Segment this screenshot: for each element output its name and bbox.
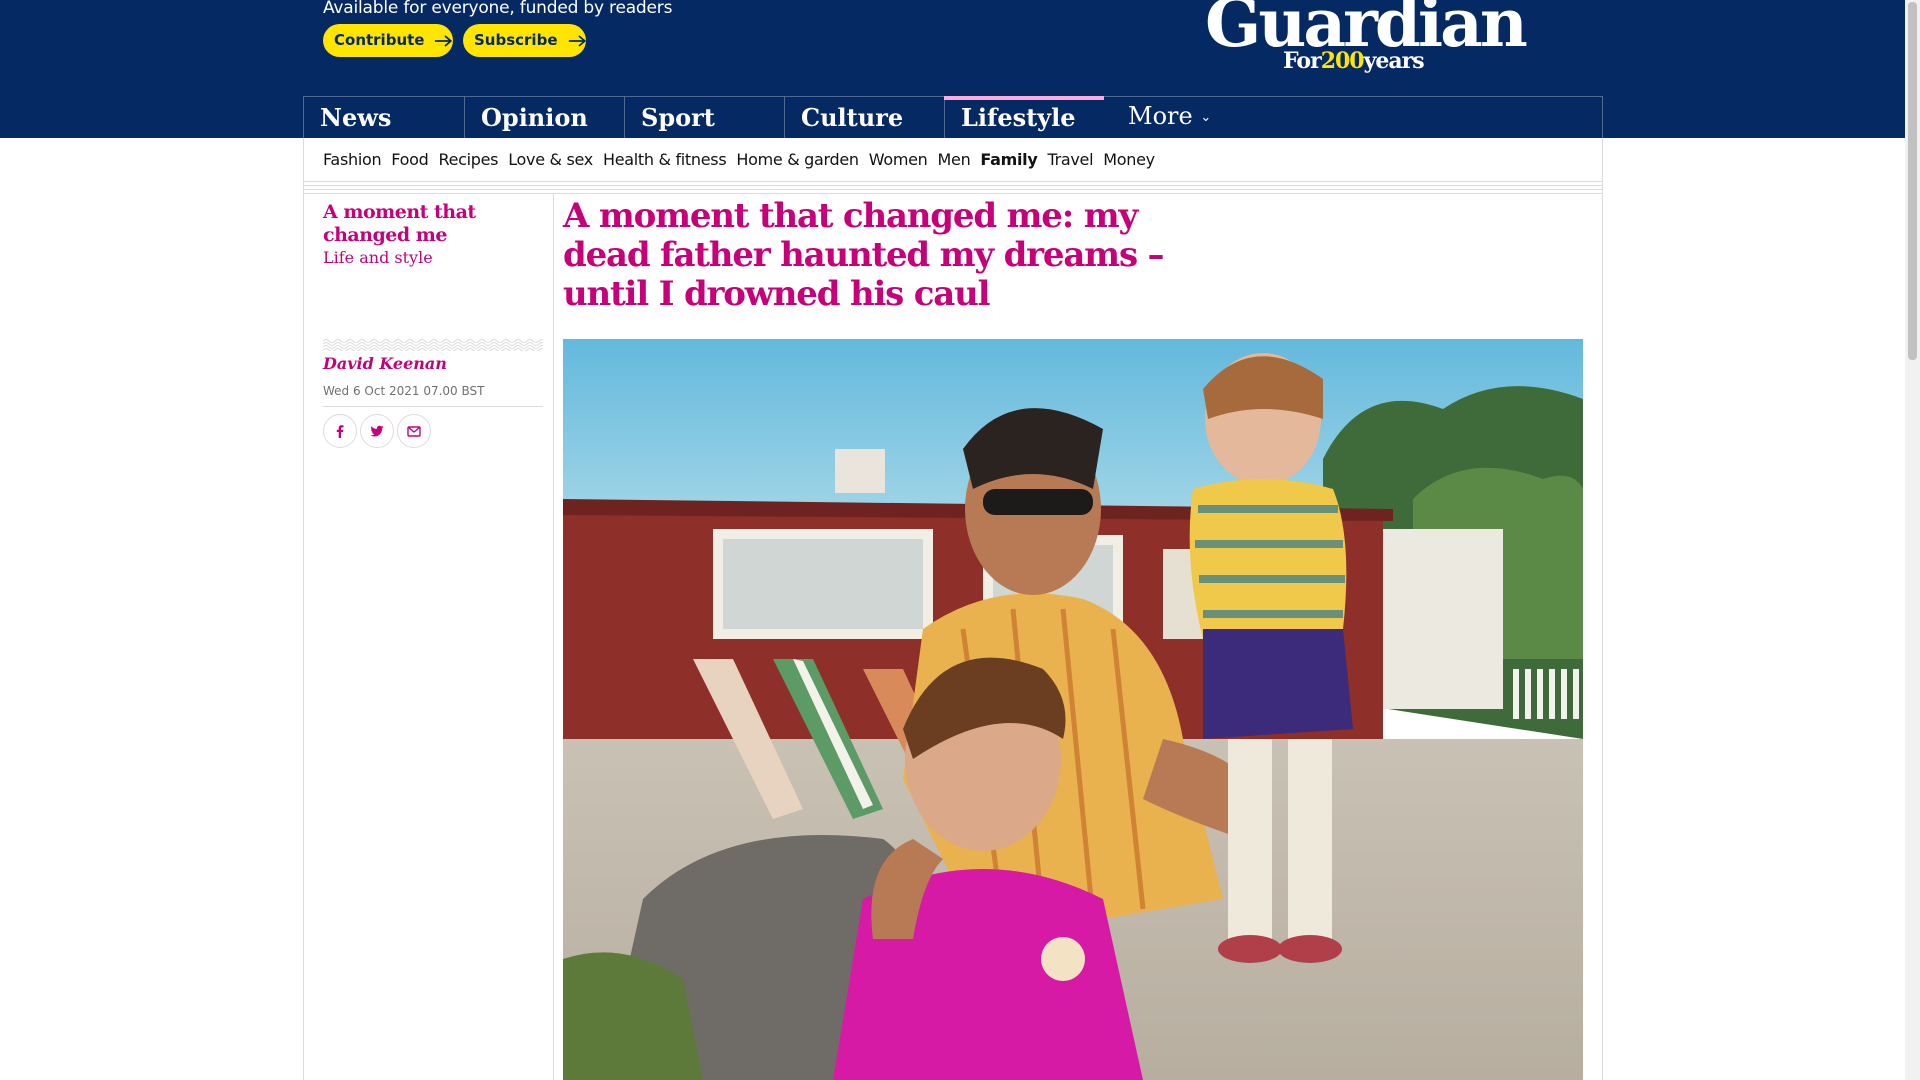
arrow-right-icon — [568, 34, 586, 47]
share-facebook-button[interactable] — [323, 414, 357, 448]
more-menu-button[interactable]: More ⌄ — [1124, 97, 1211, 130]
subnav-item-health-fitness[interactable]: Health & fitness — [603, 150, 727, 169]
section-divider — [303, 181, 1603, 194]
subnav-item-home-garden[interactable]: Home & garden — [736, 150, 859, 169]
subnav-item-money[interactable]: Money — [1103, 150, 1155, 169]
column-divider — [553, 194, 554, 1080]
meta-divider — [323, 406, 543, 407]
twitter-icon — [370, 425, 384, 437]
arrow-right-icon — [435, 34, 453, 47]
subnav-item-travel[interactable]: Travel — [1047, 150, 1093, 169]
subnav-item-love-sex[interactable]: Love & sex — [508, 150, 593, 169]
email-icon — [407, 426, 421, 437]
scrollbar-thumb[interactable] — [1908, 2, 1917, 360]
publish-date: Wed 6 Oct 2021 07.00 BST — [323, 384, 485, 398]
guardian-logo[interactable]: Guardian For200years — [1205, 0, 1528, 78]
subscribe-label: Subscribe — [474, 31, 558, 49]
chevron-down-icon: ⌄ — [1200, 110, 1212, 125]
page-scrollbar[interactable] — [1905, 0, 1920, 1080]
pillar-opinion[interactable]: Opinion — [464, 97, 624, 138]
subnav-item-women[interactable]: Women — [869, 150, 928, 169]
pillar-nav: News Opinion Sport Culture Lifestyle Mor… — [303, 96, 1603, 138]
logo-for: For — [1283, 48, 1322, 74]
hero-photo — [563, 339, 1583, 1080]
section-link[interactable]: Life and style — [323, 248, 523, 268]
subnav-item-family[interactable]: Family — [980, 150, 1037, 169]
author-link[interactable]: David Keenan — [323, 354, 447, 373]
series-link[interactable]: A moment that changed me — [323, 201, 523, 247]
contribute-label: Contribute — [334, 31, 425, 49]
pillar-lifestyle[interactable]: Lifestyle — [944, 96, 1104, 138]
lifestyle-subnav: Fashion Food Recipes Love & sex Health &… — [303, 138, 1603, 181]
subnav-item-men[interactable]: Men — [938, 150, 971, 169]
logo-years-number: 200 — [1320, 48, 1365, 74]
masthead: Available for everyone, funded by reader… — [0, 0, 1905, 138]
more-label: More — [1128, 102, 1193, 130]
logo-years: years — [1363, 48, 1425, 74]
share-email-button[interactable] — [397, 414, 431, 448]
facebook-icon — [336, 425, 344, 438]
squiggle-divider — [323, 339, 543, 351]
pillar-sport[interactable]: Sport — [624, 97, 784, 138]
share-twitter-button[interactable] — [360, 414, 394, 448]
subnav-item-food[interactable]: Food — [391, 150, 428, 169]
pillar-news[interactable]: News — [304, 97, 464, 138]
subnav-item-fashion[interactable]: Fashion — [323, 150, 382, 169]
logo-anniversary: For200years — [1283, 48, 1425, 74]
subnav-item-recipes[interactable]: Recipes — [438, 150, 498, 169]
article-headline: A moment that changed me: my dead father… — [563, 196, 1165, 314]
support-message: Available for everyone, funded by reader… — [323, 0, 673, 18]
pillar-culture[interactable]: Culture — [784, 97, 944, 138]
subscribe-button[interactable]: Subscribe — [463, 24, 586, 57]
contribute-button[interactable]: Contribute — [323, 24, 453, 57]
article-series: A moment that changed me Life and style — [323, 201, 523, 268]
